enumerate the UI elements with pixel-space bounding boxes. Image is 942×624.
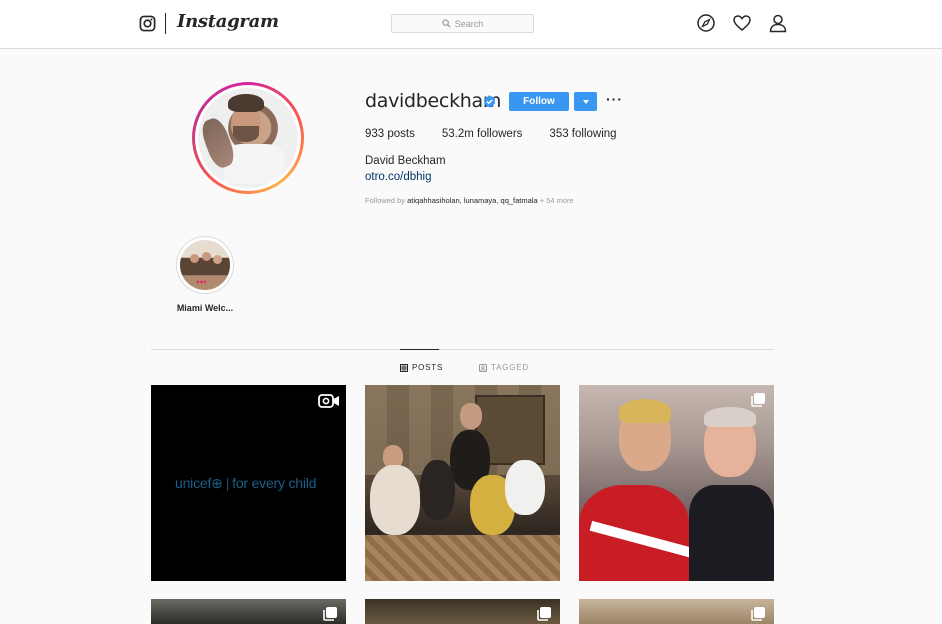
profile-stats: 933 posts 53.2m followers 353 following: [365, 128, 644, 140]
chevron-down-icon: [582, 99, 589, 104]
unicef-overlay-text: unicef⊕ | for every child: [175, 475, 316, 492]
post-thumbnail-carousel[interactable]: [151, 599, 346, 624]
followers-count[interactable]: 53.2m followers: [442, 128, 523, 140]
story-highlight-label[interactable]: Miami Welc...: [167, 303, 243, 313]
photo-person: [370, 465, 420, 535]
carousel-multiple-icon: [751, 607, 765, 621]
search-placeholder: Search: [454, 18, 484, 29]
active-tab-indicator: [400, 349, 439, 350]
tab-tagged-label: TAGGED: [491, 363, 529, 372]
unicef-tagline: for every child: [232, 475, 317, 491]
profile-bio-link[interactable]: otro.co/dbhig: [365, 171, 432, 183]
avatar-hair: [228, 94, 264, 112]
tab-posts-label: POSTS: [412, 363, 444, 372]
profile-person-icon[interactable]: [768, 13, 788, 33]
followed-by-line[interactable]: Followed by atiqahhasiholan, lunamaya, q…: [365, 196, 574, 205]
highlight-person: [213, 255, 222, 264]
video-camera-icon: [318, 394, 339, 408]
followed-by-more[interactable]: + 54 more: [540, 196, 574, 205]
search-icon: [442, 19, 451, 28]
story-highlight[interactable]: ♥♥♥: [176, 236, 234, 294]
followed-by-names[interactable]: atiqahhasiholan, lunamaya, qq_fatmala: [407, 196, 538, 205]
unicef-separator: |: [225, 475, 230, 491]
instagram-camera-icon[interactable]: [139, 15, 156, 32]
photo-person: [420, 460, 455, 520]
photo-player-hair: [619, 399, 671, 423]
avatar-beard: [233, 126, 259, 142]
suggested-accounts-dropdown-button[interactable]: [574, 92, 597, 111]
photo-person: [505, 460, 545, 515]
following-count[interactable]: 353 following: [549, 128, 616, 140]
post-thumbnail-carousel[interactable]: [579, 599, 774, 624]
highlight-person: [190, 254, 199, 263]
carousel-multiple-icon: [323, 607, 337, 621]
tab-posts[interactable]: POSTS: [400, 363, 443, 372]
avatar-border: [195, 85, 301, 191]
highlight-person: [202, 252, 211, 261]
highlight-cover-image: ♥♥♥: [180, 240, 230, 290]
follow-button[interactable]: Follow: [509, 92, 569, 111]
carousel-multiple-icon: [537, 607, 551, 621]
carousel-multiple-icon: [751, 393, 765, 407]
profile-full-name: David Beckham: [365, 155, 446, 167]
post-thumbnail-carousel[interactable]: [365, 599, 560, 624]
tab-tagged[interactable]: TAGGED: [479, 363, 529, 372]
followed-by-prefix: Followed by: [365, 196, 406, 205]
instagram-logo[interactable]: Instagram: [177, 11, 279, 32]
unicef-brand-text: unicef: [175, 475, 212, 491]
post-thumbnail-video[interactable]: unicef⊕ | for every child: [151, 385, 346, 581]
profile-username: davidbeckham: [365, 90, 502, 112]
tabs-divider: [151, 349, 774, 350]
explore-compass-icon[interactable]: [696, 13, 716, 33]
posts-count: 933 posts: [365, 128, 415, 140]
photo-wicker-basket: [365, 535, 560, 581]
grid-icon: [400, 363, 408, 372]
unicef-globe-icon: ⊕: [211, 475, 223, 491]
photo-person: [460, 403, 482, 429]
top-navigation-bar: Instagram Search: [0, 0, 942, 49]
search-input[interactable]: Search: [391, 14, 534, 33]
tagged-person-icon: [479, 363, 487, 372]
activity-heart-icon[interactable]: [732, 13, 752, 33]
header-divider: [165, 13, 166, 34]
post-thumbnail-carousel[interactable]: [579, 385, 774, 581]
post-thumbnail-image[interactable]: [365, 385, 560, 581]
photo-dark-suit: [689, 485, 774, 581]
verified-badge-icon: [483, 95, 496, 108]
more-options-button[interactable]: ···: [606, 91, 623, 107]
avatar-photo: [198, 88, 298, 188]
highlight-hearts: ♥♥♥: [196, 280, 207, 286]
photo-manager-hair: [704, 407, 756, 427]
profile-avatar[interactable]: [192, 82, 304, 194]
